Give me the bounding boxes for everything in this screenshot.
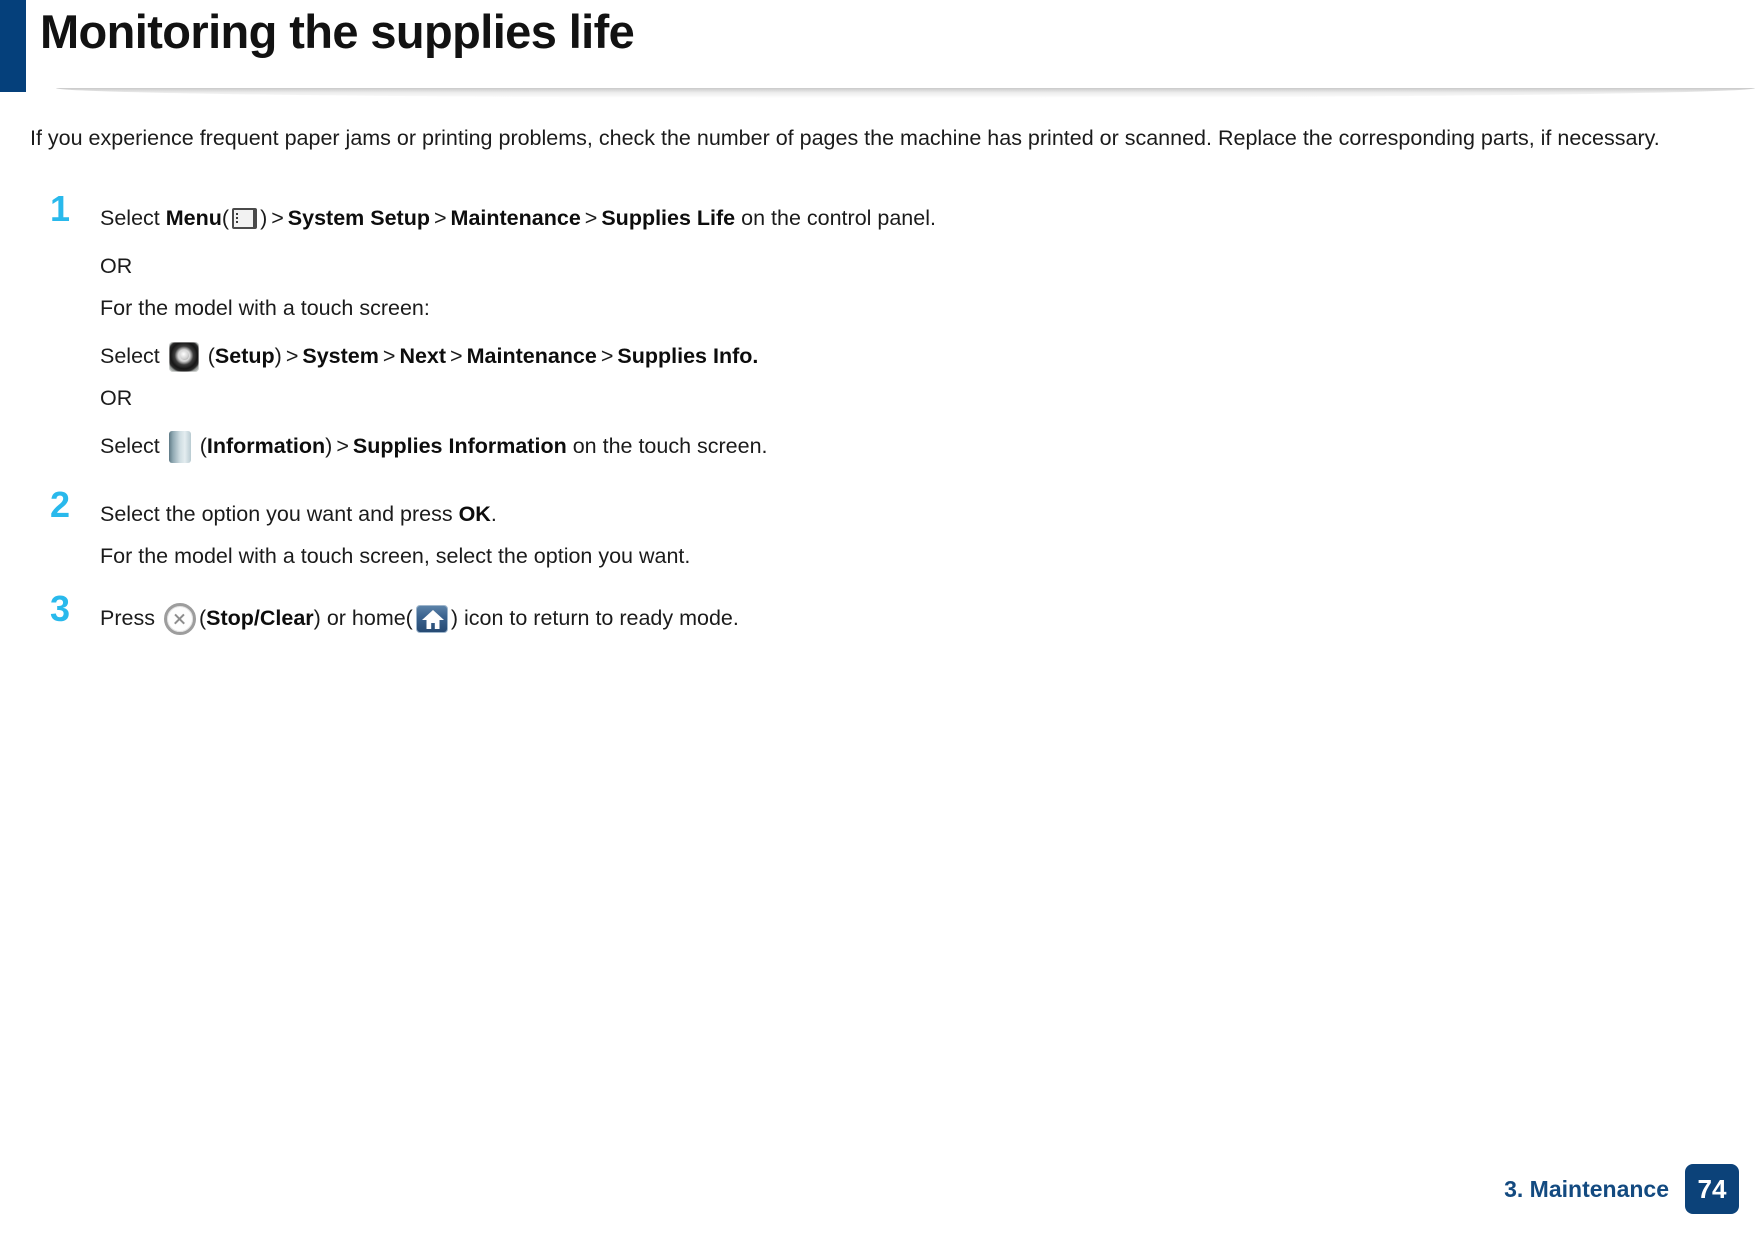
stop-clear-icon — [163, 603, 196, 635]
touch-screen-tail: on the touch screen. — [572, 434, 768, 458]
supplies-information-label: Supplies Information — [352, 434, 567, 458]
maintenance-label-2: Maintenance — [466, 344, 597, 368]
step-2-line-1: Select the option you want and press OK. — [100, 493, 1755, 535]
step-number-1: 1 — [50, 188, 71, 229]
select-label-3: Select — [100, 434, 160, 458]
separator-7: > — [600, 344, 614, 368]
menu-icon — [232, 208, 258, 229]
step-2-text-post: . — [490, 502, 497, 526]
separator-6: > — [450, 344, 463, 368]
step-1-line-1: Select Menu() > System Setup > Maintenance > S… — [100, 197, 1755, 239]
intro-paragraph: If you experience frequent paper jams or… — [30, 126, 1660, 150]
page-header: Monitoring the supplies life — [0, 0, 1755, 102]
paren-close-4: ) — [313, 606, 321, 630]
header-accent-bar — [0, 0, 26, 92]
page-content: If you experience frequent paper jams or… — [0, 102, 1755, 652]
page-footer: 3. Maintenance 74 — [1504, 1164, 1755, 1214]
step-1-line-3: Select (Information) > Supplies Informatio… — [100, 425, 1755, 467]
step-list: 1 Select Menu() > System Setup > Maintenance… — [0, 191, 1755, 639]
step-item-3: 3 Press (Stop/Clear) or home() icon to r… — [0, 591, 1755, 639]
separator-4: > — [285, 344, 299, 368]
supplies-info-label: Supplies Info. — [617, 344, 759, 368]
page-title: Monitoring the supplies life — [40, 5, 635, 58]
step-1-touch-intro: For the model with a touch screen: — [100, 296, 430, 320]
separator-1: > — [271, 206, 284, 230]
step-item-1: 1 Select Menu() > System Setup > Maintenance… — [0, 191, 1755, 467]
home-icon — [415, 605, 448, 633]
ok-label: OK — [458, 502, 491, 526]
maintenance-label: Maintenance — [450, 206, 581, 230]
step-2-line-2: For the model with a touch screen, selec… — [100, 544, 691, 568]
header-divider — [56, 88, 1755, 98]
separator-2: > — [433, 206, 447, 230]
supplies-life-label: Supplies Life — [601, 206, 736, 230]
separator-5: > — [382, 344, 396, 368]
separator-3: > — [584, 206, 598, 230]
home-suffix: ) icon to return to ready mode. — [450, 606, 739, 630]
step-1-or-2: OR — [100, 386, 133, 410]
menu-label: Menu — [165, 206, 222, 230]
paren-open-3: ( — [199, 434, 207, 458]
paren-open: ( — [221, 206, 230, 230]
step-2-text-pre: Select the option you want and press — [100, 502, 453, 526]
next-label: Next — [399, 344, 447, 368]
step-item-2: 2 Select the option you want and press O… — [0, 487, 1755, 577]
information-icon — [168, 431, 191, 463]
step-1-line-2: Select (Setup) > System > Next > Maintenance > S… — [100, 335, 1755, 377]
control-panel-tail: on the control panel. — [741, 206, 936, 230]
home-prefix: or home( — [326, 606, 413, 630]
setup-label: Setup — [214, 344, 275, 368]
system-setup-label: System Setup — [287, 206, 430, 230]
step-number-3: 3 — [50, 588, 71, 629]
gear-setup-icon — [168, 342, 199, 372]
stop-clear-label: Stop/Clear — [206, 606, 314, 630]
press-label: Press — [100, 606, 155, 630]
paren-close-2: ) — [274, 344, 282, 368]
footer-page-number: 74 — [1685, 1164, 1739, 1214]
separator-8: > — [336, 434, 349, 458]
step-3-line-1: Press (Stop/Clear) or home() icon to ret… — [100, 597, 1755, 639]
paren-open-2: ( — [207, 344, 215, 368]
system-label: System — [302, 344, 379, 368]
information-label: Information — [206, 434, 326, 458]
select-label: Select — [100, 206, 160, 230]
select-label-2: Select — [100, 344, 160, 368]
step-number-2: 2 — [50, 484, 71, 525]
step-1-or-1: OR — [100, 254, 133, 278]
footer-chapter-label: 3. Maintenance — [1504, 1175, 1669, 1202]
